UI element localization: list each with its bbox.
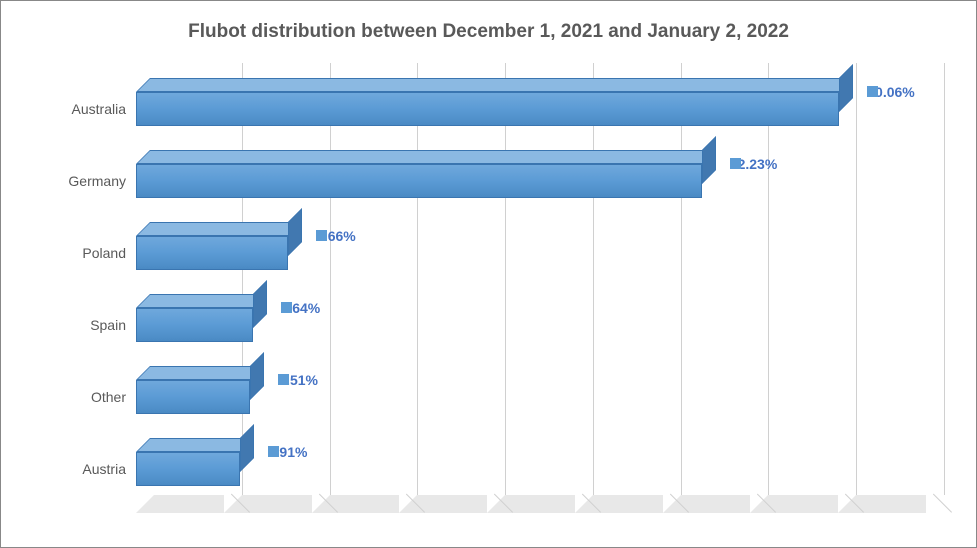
- bar-value-label: 6.64%: [281, 300, 321, 316]
- bar-front: [136, 380, 250, 414]
- category-label: Germany: [51, 173, 126, 189]
- bar-top: [136, 438, 254, 452]
- category-label: Spain: [51, 317, 126, 333]
- bar-side: [240, 424, 254, 472]
- category-label: Austria: [51, 461, 126, 477]
- bar-side: [250, 352, 264, 400]
- series-marker-icon: [316, 230, 327, 241]
- plot-area: AustraliaGermanyPolandSpainOtherAustria …: [51, 63, 931, 513]
- bar-front: [136, 308, 253, 342]
- series-marker-icon: [268, 446, 279, 457]
- bar-front: [136, 92, 839, 126]
- category-label: Australia: [51, 101, 126, 117]
- bar-top: [136, 150, 716, 164]
- bar: 32.23%: [136, 164, 702, 198]
- series-marker-icon: [730, 158, 741, 169]
- bar-top: [136, 222, 302, 236]
- bar-value-label: 6.51%: [278, 372, 318, 388]
- bar-value-label: 32.23%: [730, 156, 777, 172]
- bar-front: [136, 164, 702, 198]
- chart-container: Flubot distribution between December 1, …: [0, 0, 977, 548]
- series-marker-icon: [867, 86, 878, 97]
- category-label: Poland: [51, 245, 126, 261]
- bar: 6.64%: [136, 308, 253, 342]
- bars-area: 40.06% 32.23% 8.66% 6.64% 6.51% 5.91%: [136, 63, 926, 495]
- series-marker-icon: [281, 302, 292, 313]
- y-axis-labels: Australia Germany Poland Spain Other Austria: [51, 63, 131, 513]
- category-label: Other: [51, 389, 126, 405]
- bar: 6.51%: [136, 380, 250, 414]
- bar-side: [253, 280, 267, 328]
- series-marker-icon: [278, 374, 289, 385]
- bar-top: [136, 294, 267, 308]
- bar: 8.66%: [136, 236, 288, 270]
- bar-side: [839, 64, 853, 112]
- bar-top: [136, 366, 264, 380]
- chart-title: Flubot distribution between December 1, …: [41, 21, 936, 43]
- bar-top: [136, 78, 853, 92]
- bar-value-label: 40.06%: [867, 84, 914, 100]
- bar-value-label: 5.91%: [268, 444, 308, 460]
- bar: 5.91%: [136, 452, 240, 486]
- bar-side: [702, 136, 716, 184]
- gridline: [944, 63, 945, 495]
- bar-side: [288, 208, 302, 256]
- bar-front: [136, 452, 240, 486]
- bar-front: [136, 236, 288, 270]
- bar: 40.06%: [136, 92, 839, 126]
- bar-value-label: 8.66%: [316, 228, 356, 244]
